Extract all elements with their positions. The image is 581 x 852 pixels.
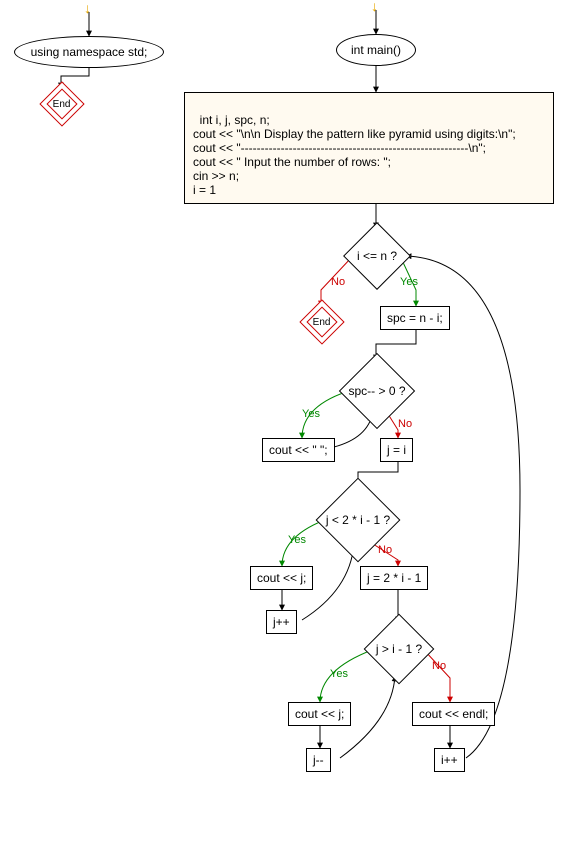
- node-label: cout << j;: [257, 571, 306, 585]
- node-codebox: int i, j, spc, n; cout << "\n\n Display …: [184, 92, 554, 204]
- code-content: int i, j, spc, n; cout << "\n\n Display …: [193, 113, 516, 197]
- node-j-eq-i: j = i: [380, 438, 413, 462]
- cond-label: j > i - 1 ?: [376, 642, 422, 656]
- node-cout-j2: cout << j;: [288, 702, 351, 726]
- entry-arrow-left: ↓: [84, 0, 91, 16]
- node-label: j++: [273, 615, 290, 629]
- node-end-left: End: [46, 88, 78, 120]
- node-using-namespace: using namespace std;: [14, 36, 164, 68]
- node-label: cout << j;: [295, 707, 344, 721]
- label-no: No: [378, 544, 392, 556]
- cond-label: j < 2 * i - 1 ?: [326, 513, 390, 527]
- label-yes: Yes: [288, 534, 306, 546]
- node-label: spc = n - i;: [387, 311, 443, 325]
- node-label: using namespace std;: [31, 45, 148, 59]
- node-label: j = i: [387, 443, 406, 457]
- end-label: End: [53, 98, 71, 109]
- label-yes: Yes: [302, 408, 320, 420]
- label-yes: Yes: [330, 668, 348, 680]
- node-end-right: End: [306, 306, 338, 338]
- node-label: cout << endl;: [419, 707, 488, 721]
- cond-label: i <= n ?: [357, 249, 397, 263]
- node-label: cout << " ";: [269, 443, 328, 457]
- label-no: No: [398, 418, 412, 430]
- cond-j-gt: j > i - 1 ?: [364, 614, 435, 685]
- node-label: int main(): [351, 43, 401, 57]
- node-label: j = 2 * i - 1: [367, 571, 421, 585]
- end-label: End: [313, 316, 331, 327]
- node-label: j--: [313, 753, 324, 767]
- node-cout-space: cout << " ";: [262, 438, 335, 462]
- node-cout-endl: cout << endl;: [412, 702, 495, 726]
- cond-label: spc-- > 0 ?: [348, 384, 405, 398]
- label-yes: Yes: [400, 276, 418, 288]
- entry-arrow-right: ↓: [371, 0, 378, 14]
- node-spc-assign: spc = n - i;: [380, 306, 450, 330]
- node-int-main: int main(): [336, 34, 416, 66]
- node-j-assign: j = 2 * i - 1: [360, 566, 428, 590]
- label-no: No: [331, 276, 345, 288]
- node-label: i++: [441, 753, 458, 767]
- node-ipp: i++: [434, 748, 465, 772]
- node-cout-j1: cout << j;: [250, 566, 313, 590]
- node-jpp: j++: [266, 610, 297, 634]
- node-jmm: j--: [306, 748, 331, 772]
- label-no: No: [432, 660, 446, 672]
